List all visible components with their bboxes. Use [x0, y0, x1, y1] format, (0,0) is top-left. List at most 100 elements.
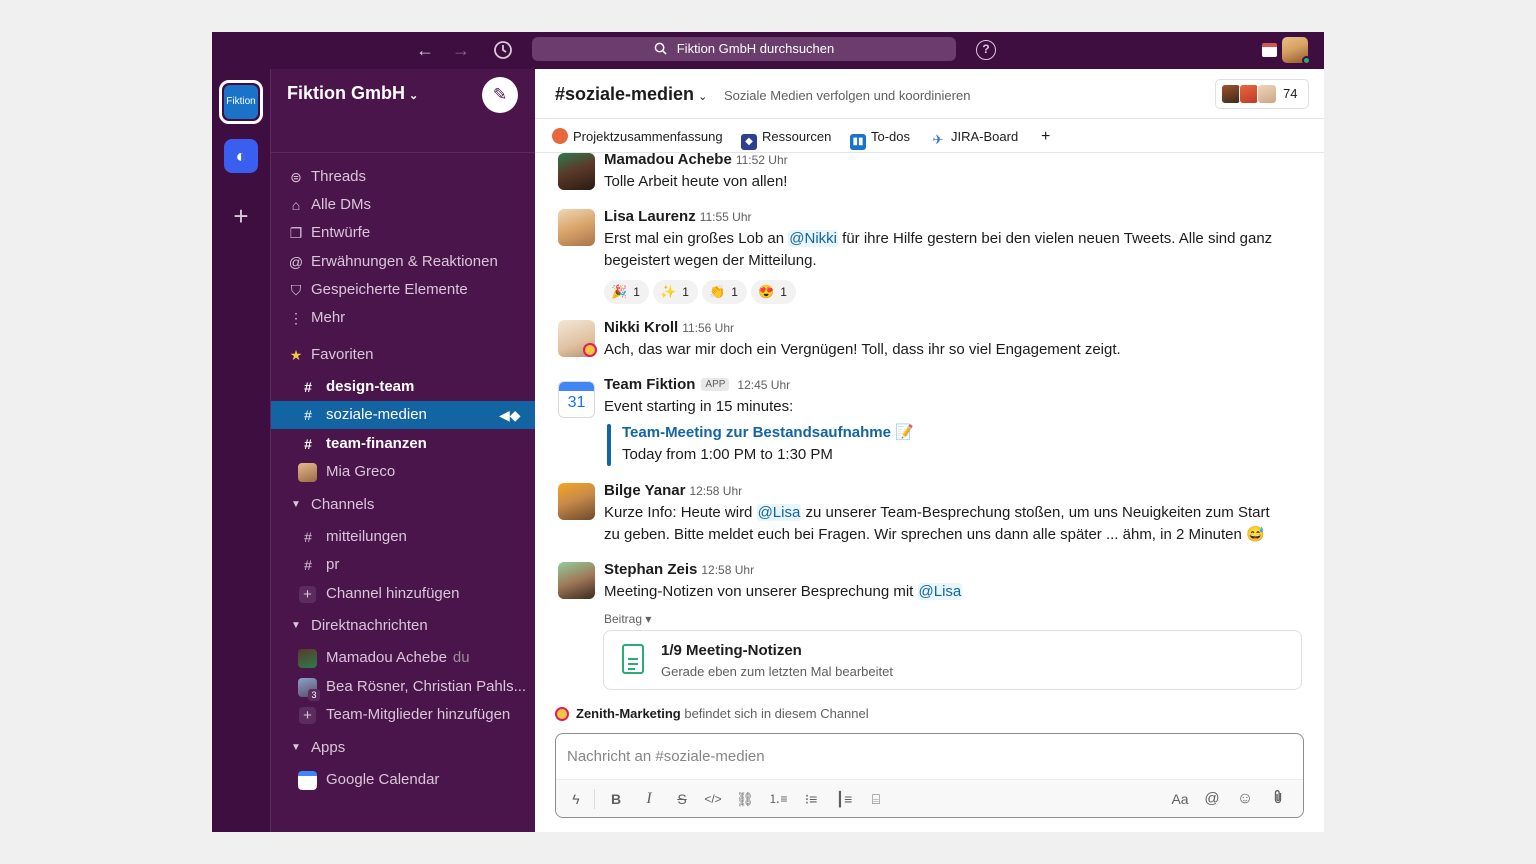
- bookmark-jira[interactable]: ✈ JIRA-Board: [930, 128, 1019, 147]
- mention-link[interactable]: @Nikki: [788, 230, 838, 247]
- timestamp[interactable]: 12:58 Uhr: [689, 484, 742, 498]
- text-segment: Kurze Info: Heute wird: [604, 504, 757, 521]
- more-icon: ⋮: [289, 310, 303, 326]
- blockquote-icon[interactable]: ┃≡: [833, 789, 855, 809]
- canvas-icon: [552, 128, 568, 144]
- sender-name[interactable]: Nikki Kroll: [604, 319, 678, 336]
- link-icon[interactable]: ⛓: [734, 789, 756, 809]
- post-label[interactable]: Beitrag ▾: [604, 612, 651, 626]
- avatar[interactable]: [558, 562, 595, 599]
- sender-name[interactable]: Bilge Yanar: [604, 482, 685, 499]
- clock-icon[interactable]: [491, 38, 515, 62]
- bookmark-ressourcen[interactable]: ◆ Ressourcen: [741, 128, 831, 150]
- bookmark-projektzusammenfassung[interactable]: Projektzusammenfassung: [552, 128, 723, 146]
- section-favorites[interactable]: ★ Favoriten: [271, 341, 535, 369]
- workspace-fiktion-button[interactable]: Fiktion: [219, 80, 263, 124]
- sender-name[interactable]: Stephan Zeis: [604, 561, 697, 578]
- arrow-right-icon[interactable]: →: [449, 38, 473, 62]
- italic-icon[interactable]: I: [638, 789, 660, 809]
- add-bookmark-button[interactable]: +: [1041, 128, 1050, 146]
- huddle-icon[interactable]: ◀◆: [499, 401, 521, 429]
- message-text: Ach, das war mir doch ein Vergnügen! Tol…: [604, 341, 1121, 358]
- sidebar-item-all-dms[interactable]: ⌂ Alle DMs: [271, 191, 535, 219]
- hash-icon: #: [304, 529, 312, 545]
- sidebar-item-team-finanzen[interactable]: # team-finanzen: [271, 430, 535, 458]
- reaction-pill[interactable]: ✨ 1: [653, 280, 698, 304]
- timestamp[interactable]: 11:56 Uhr: [682, 321, 734, 335]
- reaction-pill[interactable]: 😍 1: [751, 280, 796, 304]
- reaction-pill[interactable]: 🎉 1: [604, 280, 649, 304]
- file-title[interactable]: 1/9 Meeting-Notizen: [661, 642, 802, 659]
- help-icon[interactable]: ?: [976, 40, 996, 60]
- add-workspace-icon[interactable]: +: [224, 199, 258, 233]
- timestamp[interactable]: 11:55 Uhr: [700, 210, 752, 224]
- formatting-toggle-icon[interactable]: Aa: [1167, 789, 1193, 809]
- search-icon: [654, 37, 667, 61]
- code-icon[interactable]: </>: [702, 789, 724, 809]
- sidebar-item-mamadou-achebe[interactable]: Mamadou Achebe du: [271, 644, 535, 672]
- arrow-left-icon[interactable]: ←: [413, 38, 437, 62]
- avatar[interactable]: [558, 209, 595, 246]
- sender-name[interactable]: Lisa Laurenz: [604, 208, 696, 225]
- workspace-name[interactable]: Fiktion GmbH ⌄: [287, 83, 418, 104]
- reaction-count: 1: [731, 285, 738, 299]
- timestamp[interactable]: 12:45 Uhr: [737, 378, 790, 392]
- compose-button[interactable]: ✎: [482, 77, 518, 113]
- sender-name[interactable]: Team Fiktion: [604, 376, 695, 393]
- avatar[interactable]: [558, 483, 595, 520]
- section-channels[interactable]: ▼ Channels: [271, 491, 535, 519]
- bold-icon[interactable]: B: [605, 789, 627, 809]
- channel-topic[interactable]: Soziale Medien verfolgen und koordiniere…: [724, 88, 970, 103]
- add-channel-button[interactable]: + Channel hinzufügen: [271, 580, 535, 608]
- sidebar-item-threads[interactable]: ⊜ Threads: [271, 163, 535, 191]
- google-calendar-icon[interactable]: 31: [558, 381, 595, 418]
- doc-line: [628, 658, 638, 660]
- reaction-pill[interactable]: 👏 1: [702, 280, 747, 304]
- sidebar-item-design-team[interactable]: # design-team: [271, 373, 535, 401]
- event-link[interactable]: Team-Meeting zur Bestandsaufnahme: [622, 424, 891, 441]
- search-bar[interactable]: Fiktion GmbH durchsuchen: [532, 37, 956, 61]
- timestamp[interactable]: 11:52 Uhr: [736, 153, 788, 167]
- sidebar-item-pr[interactable]: # pr: [271, 551, 535, 579]
- shortcuts-lightning-icon[interactable]: ϟ: [565, 789, 587, 809]
- timestamp[interactable]: 12:58 Uhr: [701, 563, 754, 577]
- bookmark-todos[interactable]: ▮▮ To-dos: [850, 128, 910, 150]
- section-label: Favoriten: [311, 346, 374, 363]
- code-block-icon[interactable]: ⌸: [865, 789, 887, 809]
- channel-name-button[interactable]: #soziale-medien ⌄: [555, 84, 707, 105]
- sparkles-emoji-icon: ✨: [660, 284, 677, 299]
- sender-name[interactable]: Mamadou Achebe: [604, 153, 732, 168]
- attachment-paperclip-icon[interactable]: [1267, 789, 1289, 809]
- caret-down-icon: ▼: [291, 742, 301, 753]
- mention-link[interactable]: @Lisa: [756, 504, 802, 521]
- message-text: Event starting in 15 minutes:: [604, 398, 794, 415]
- section-apps[interactable]: ▼ Apps: [271, 734, 535, 762]
- avatar[interactable]: [558, 153, 595, 190]
- emoji-icon[interactable]: ☺: [1234, 789, 1256, 809]
- mention-link[interactable]: @Lisa: [917, 583, 963, 600]
- sidebar-item-mitteilungen[interactable]: # mitteilungen: [271, 523, 535, 551]
- file-attachment[interactable]: 1/9 Meeting-Notizen Gerade eben zum letz…: [603, 630, 1302, 690]
- you-suffix: du: [452, 649, 470, 666]
- sidebar-item-saved[interactable]: ⛉ Gespeicherte Elemente: [271, 276, 535, 304]
- sidebar-item-google-calendar[interactable]: Google Calendar: [271, 766, 535, 794]
- sidebar-item-drafts[interactable]: ❐ Entwürfe: [271, 219, 535, 247]
- ordered-list-icon[interactable]: ⒈≡: [767, 789, 789, 809]
- calendar-icon[interactable]: [1262, 43, 1277, 57]
- workspace-name-label: Fiktion GmbH: [287, 83, 405, 103]
- sidebar-item-soziale-medien[interactable]: # soziale-medien ◀◆: [271, 401, 535, 429]
- message-input[interactable]: [567, 744, 1287, 768]
- sidebar-item-more[interactable]: ⋮ Mehr: [271, 304, 535, 332]
- sidebar-item-mentions[interactable]: @ Erwähnungen & Reaktionen: [271, 248, 535, 276]
- section-direct-messages[interactable]: ▼ Direktnachrichten: [271, 612, 535, 640]
- sidebar-item-group-dm[interactable]: 3 Bea Rösner, Christian Pahls...: [271, 673, 535, 701]
- bulleted-list-icon[interactable]: ⁝≡: [800, 789, 822, 809]
- add-members-button[interactable]: + Team-Mitglieder hinzufügen: [271, 701, 535, 729]
- strikethrough-icon[interactable]: S: [671, 789, 693, 809]
- mention-icon[interactable]: @: [1201, 789, 1223, 809]
- sidebar-divider: [271, 152, 535, 153]
- members-button[interactable]: 74: [1215, 79, 1309, 109]
- presence-name[interactable]: Zenith-Marketing: [576, 706, 681, 721]
- workspace-second-button[interactable]: ◐: [224, 139, 258, 173]
- sidebar-item-mia-greco[interactable]: Mia Greco: [271, 458, 535, 486]
